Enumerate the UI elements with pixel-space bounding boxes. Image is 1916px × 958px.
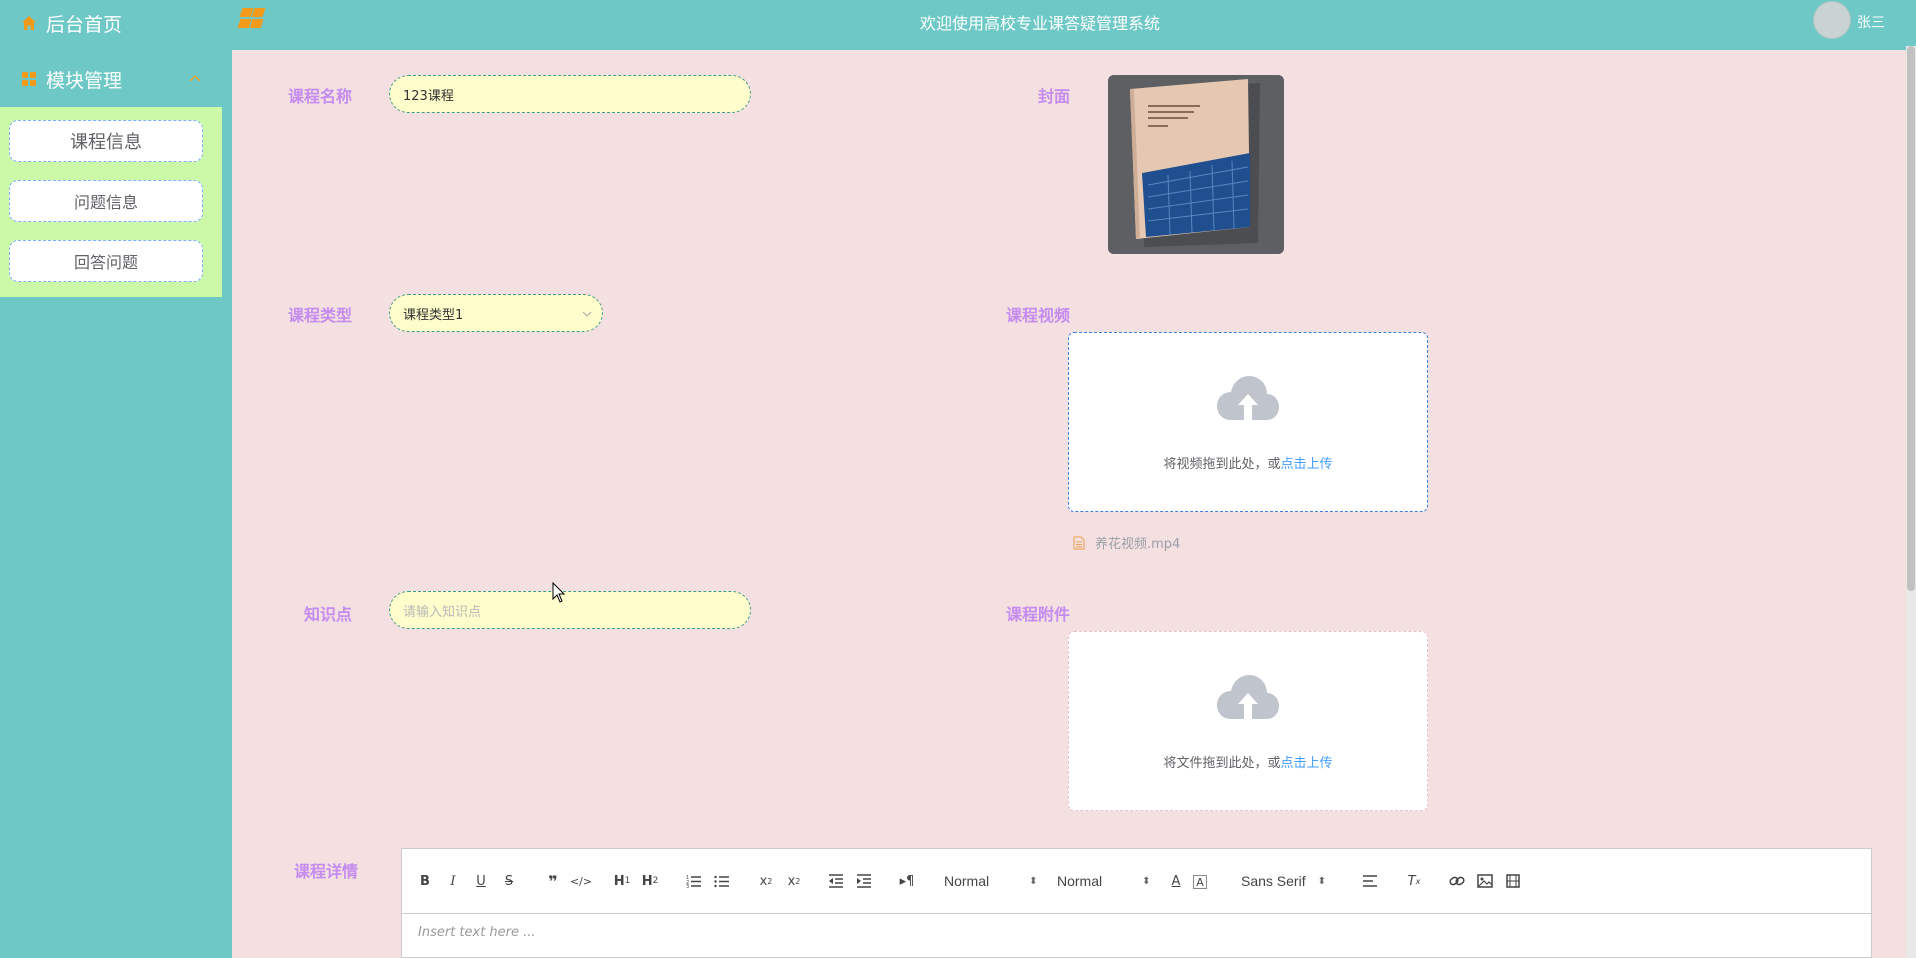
sidebar-item-label: 问题信息 <box>73 193 138 212</box>
rich-text-editor: B I U S ❞ </> H1 H2 123 x2 x2 ▸¶ Normal ⬍… <box>401 848 1872 958</box>
code-block-icon[interactable]: </> <box>570 871 592 891</box>
header-2-icon[interactable]: H2 <box>639 871 661 891</box>
size-picker[interactable]: Normal ⬍ <box>1057 871 1151 891</box>
italic-icon[interactable]: I <box>442 871 464 891</box>
course-name-input[interactable]: 123课程 <box>389 75 751 113</box>
clear-format-icon[interactable]: Tx <box>1403 871 1425 891</box>
course-type-value: 课程类型1 <box>403 307 464 323</box>
superscript-icon[interactable]: x2 <box>783 871 805 891</box>
knowledge-point-input[interactable]: 请输入知识点 <box>389 591 751 629</box>
sidebar-item-answer-question[interactable]: 回答问题 <box>9 240 203 282</box>
picker-arrows-icon: ⬍ <box>1317 875 1326 887</box>
bullet-list-icon[interactable] <box>711 871 733 891</box>
book-cover-picture <box>1108 75 1284 254</box>
link-icon[interactable] <box>1446 871 1468 891</box>
editor-content[interactable]: Insert text here ... <box>418 925 536 940</box>
sidebar-item-label: 课程信息 <box>70 132 142 153</box>
cover-image[interactable] <box>1108 75 1284 254</box>
underline-icon[interactable]: U <box>470 871 492 891</box>
chevron-up-icon[interactable] <box>188 72 202 86</box>
attachment-upload-dropzone[interactable]: 将文件拖到此处，或点击上传 <box>1068 631 1428 811</box>
attachment-upload-hint: 将文件拖到此处，或 <box>1163 756 1281 771</box>
video-upload-dropzone[interactable]: 将视频拖到此处，或点击上传 <box>1068 332 1428 512</box>
course-name-label: 课程名称 <box>288 87 353 106</box>
strike-icon[interactable]: S <box>498 871 520 891</box>
ordered-list-icon[interactable]: 123 <box>683 871 705 891</box>
header-picker-value: Normal <box>944 873 990 889</box>
picker-arrows-icon: ⬍ <box>1029 875 1038 887</box>
svg-text:3: 3 <box>686 884 689 888</box>
picker-arrows-icon: ⬍ <box>1142 875 1151 887</box>
scrollbar[interactable] <box>1906 46 1916 958</box>
indent-icon[interactable] <box>853 871 875 891</box>
grid-icon <box>22 72 36 86</box>
sidebar-submenu: 课程信息 问题信息 回答问题 <box>0 107 222 297</box>
font-picker[interactable]: Sans Serif ⬍ <box>1241 871 1326 891</box>
editor-toolbar: B I U S ❞ </> H1 H2 123 x2 x2 ▸¶ Normal ⬍… <box>402 849 1871 914</box>
font-color-icon[interactable]: A <box>1165 871 1187 891</box>
document-icon <box>1073 536 1085 549</box>
sidebar-item-module-management[interactable]: 模块管理 <box>0 56 222 102</box>
video-upload-link[interactable]: 点击上传 <box>1281 457 1333 472</box>
avatar[interactable] <box>1813 1 1851 39</box>
text-direction-icon[interactable]: ▸¶ <box>896 871 918 891</box>
sidebar: 后台首页 模块管理 课程信息 问题信息 回答问题 <box>0 0 222 958</box>
image-icon[interactable] <box>1474 871 1496 891</box>
file-name: 养花视频.mp4 <box>1095 537 1181 552</box>
outdent-icon[interactable] <box>825 871 847 891</box>
cover-label: 封面 <box>1038 87 1071 106</box>
video-upload-text: 将视频拖到此处，或点击上传 <box>1069 453 1427 472</box>
course-video-label: 课程视频 <box>1006 306 1071 325</box>
sidebar-item-course-info[interactable]: 课程信息 <box>9 120 203 162</box>
sidebar-module-label: 模块管理 <box>46 69 123 92</box>
username[interactable]: 张三 <box>1857 12 1885 32</box>
course-type-label: 课程类型 <box>288 306 353 325</box>
attachment-upload-link[interactable]: 点击上传 <box>1281 756 1333 771</box>
video-upload-hint: 将视频拖到此处，或 <box>1163 457 1281 472</box>
header-1-icon[interactable]: H1 <box>611 871 633 891</box>
sidebar-item-question-info[interactable]: 问题信息 <box>9 180 203 222</box>
blockquote-icon[interactable]: ❞ <box>542 871 564 891</box>
course-attachment-label: 课程附件 <box>1006 605 1071 624</box>
course-detail-label: 课程详情 <box>294 862 359 881</box>
subscript-icon[interactable]: x2 <box>755 871 777 891</box>
upload-cloud-icon <box>1217 376 1279 420</box>
attachment-upload-text: 将文件拖到此处，或点击上传 <box>1069 752 1427 771</box>
bold-icon[interactable]: B <box>414 871 436 891</box>
course-type-select[interactable]: 课程类型1 <box>389 294 603 332</box>
sidebar-item-label: 回答问题 <box>73 253 138 272</box>
background-color-icon[interactable]: A <box>1193 875 1207 889</box>
page-title: 欢迎使用高校专业课答疑管理系统 <box>919 14 1160 33</box>
size-picker-value: Normal <box>1057 873 1103 889</box>
align-icon[interactable] <box>1359 871 1381 891</box>
scrollbar-thumb[interactable] <box>1907 46 1915 591</box>
video-icon[interactable] <box>1502 871 1524 891</box>
uploaded-video-file[interactable]: 养花视频.mp4 <box>1073 533 1180 552</box>
font-picker-value: Sans Serif <box>1241 873 1306 889</box>
upload-cloud-icon <box>1217 675 1279 719</box>
knowledge-point-label: 知识点 <box>304 605 353 624</box>
chevron-down-icon <box>582 311 592 317</box>
header-picker[interactable]: Normal ⬍ <box>944 871 1038 891</box>
mouse-cursor-icon <box>552 582 566 603</box>
